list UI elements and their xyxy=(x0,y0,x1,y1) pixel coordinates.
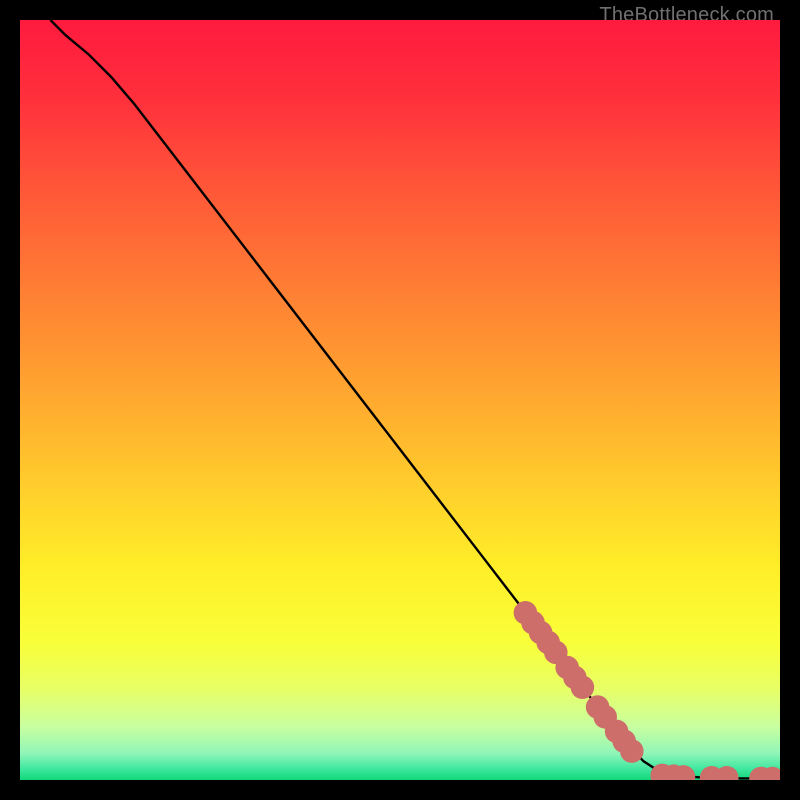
plot-background xyxy=(20,20,780,780)
chart-svg xyxy=(20,20,780,780)
chart-frame xyxy=(20,20,780,780)
marker-dot xyxy=(620,739,644,763)
marker-dot xyxy=(571,676,595,700)
